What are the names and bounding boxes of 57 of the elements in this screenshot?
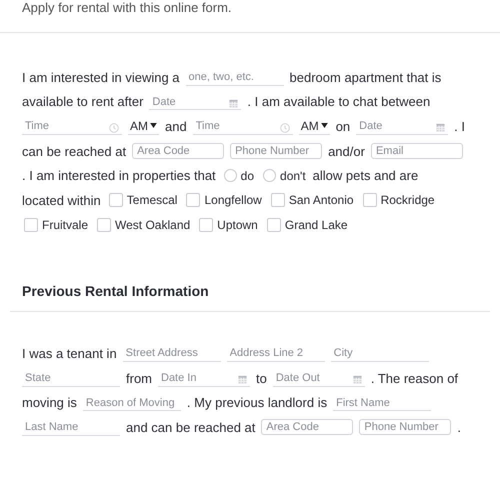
intro-text: Apply for rental with this online form. <box>22 0 233 16</box>
input-field[interactable]: Phone Number <box>230 143 322 160</box>
form-text: on <box>336 118 350 136</box>
form-text: . I am available to chat between <box>247 93 430 112</box>
input-field[interactable]: Address Line 2 <box>226 344 325 362</box>
form-text: . I <box>454 118 466 136</box>
caret-icon <box>150 123 157 128</box>
form-text: I am interested in viewing a <box>22 68 180 87</box>
checkbox-option[interactable]: Fruitvale <box>24 212 88 238</box>
radio-option[interactable]: don't <box>263 163 306 188</box>
form-text: from <box>126 370 152 388</box>
calendar-icon <box>352 374 362 384</box>
form-text: . My previous landlord is <box>186 394 328 412</box>
form-text: allow pets and are <box>312 167 418 186</box>
form-text: can be reached at <box>22 142 126 161</box>
checkbox-option[interactable]: Grand Lake <box>266 212 348 238</box>
form-text: and can be reached at <box>126 418 256 437</box>
form-text: located within <box>22 192 101 210</box>
form-text: I was a tenant in <box>22 344 117 363</box>
input-field[interactable]: Email <box>370 143 463 160</box>
clock-icon <box>280 123 290 134</box>
input-field[interactable]: Street Address <box>122 344 221 362</box>
clock-icon <box>109 123 119 134</box>
form-text: and/or <box>328 142 365 161</box>
calendar-icon <box>436 123 446 132</box>
form-text: . The reason of <box>370 370 458 388</box>
checkbox-option[interactable]: West Oakland <box>97 212 190 238</box>
input-field[interactable]: Reason of Moving <box>82 394 181 412</box>
time-field[interactable]: Time <box>192 118 293 135</box>
form-text: . I am interested in properties that <box>22 167 216 186</box>
checkbox-option[interactable]: Temescal <box>108 188 178 213</box>
input-field[interactable]: First Name <box>333 394 432 412</box>
checkbox-option[interactable]: Uptown <box>199 212 258 238</box>
input-field[interactable]: Last Name <box>22 418 120 436</box>
input-field[interactable]: State <box>22 370 120 387</box>
am-pm-select[interactable]: AM <box>298 118 330 135</box>
am-pm-select[interactable]: AM <box>128 118 159 135</box>
form-text: moving is <box>22 394 77 412</box>
form-text: and <box>165 118 187 136</box>
input-field[interactable]: City <box>330 344 429 362</box>
radio-option[interactable]: do <box>224 163 254 188</box>
time-field[interactable]: Time <box>22 118 122 135</box>
calendar-icon <box>229 98 238 108</box>
checkbox-option[interactable]: Rockridge <box>362 188 435 213</box>
section-heading: Previous Rental Information <box>22 283 210 300</box>
input-field[interactable]: Area Code <box>261 419 354 436</box>
checkbox-option[interactable]: Longfellow <box>186 188 262 213</box>
input-field[interactable]: Phone Number <box>359 419 452 436</box>
input-field[interactable]: Area Code <box>132 143 224 160</box>
checkbox-option[interactable]: San Antonio <box>270 188 354 213</box>
form-text: bedroom apartment that is <box>290 68 442 87</box>
form-text: to <box>256 370 267 388</box>
caret-icon <box>320 123 328 128</box>
input-field[interactable]: one, two, etc. <box>186 68 284 86</box>
form-text: available to rent after <box>22 93 144 112</box>
calendar-icon <box>238 374 247 384</box>
form-text: . <box>457 418 462 437</box>
